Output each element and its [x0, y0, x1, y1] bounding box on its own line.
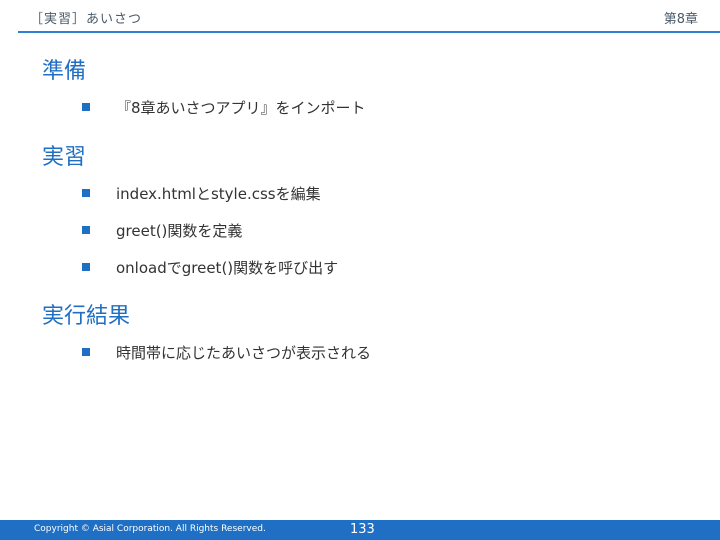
chapter-label: 第8章 [663, 12, 698, 27]
square-bullet-icon [82, 103, 90, 111]
list-item-text: 時間帯に応じたあいさつが表示される [116, 343, 372, 362]
section-heading-result: 実行結果 [42, 304, 131, 329]
page-number: 133 [350, 522, 375, 537]
list-item: index.htmlとstyle.cssを編集 [82, 183, 321, 203]
slide-title: ［実習］あいさつ [30, 12, 143, 27]
square-bullet-icon [82, 189, 90, 197]
copyright-text: Copyright © Asial Corporation. All Right… [34, 524, 266, 534]
list-item-text: onloadでgreet()関数を呼び出す [116, 258, 339, 277]
list-item-text: 『8章あいさつアプリ』をインポート [116, 98, 366, 117]
list-item: 『8章あいさつアプリ』をインポート [82, 97, 366, 117]
list-item: onloadでgreet()関数を呼び出す [82, 257, 338, 277]
section-heading-practice: 実習 [42, 145, 87, 170]
square-bullet-icon [82, 348, 90, 356]
list-item: greet()関数を定義 [82, 220, 242, 240]
list-item: 時間帯に応じたあいさつが表示される [82, 342, 371, 362]
square-bullet-icon [82, 226, 90, 234]
section-heading-preparation: 準備 [42, 59, 87, 84]
footer-bar: Copyright © Asial Corporation. All Right… [0, 520, 720, 540]
header-divider [18, 31, 720, 33]
square-bullet-icon [82, 263, 90, 271]
list-item-text: index.htmlとstyle.cssを編集 [116, 184, 321, 203]
list-item-text: greet()関数を定義 [116, 221, 243, 240]
